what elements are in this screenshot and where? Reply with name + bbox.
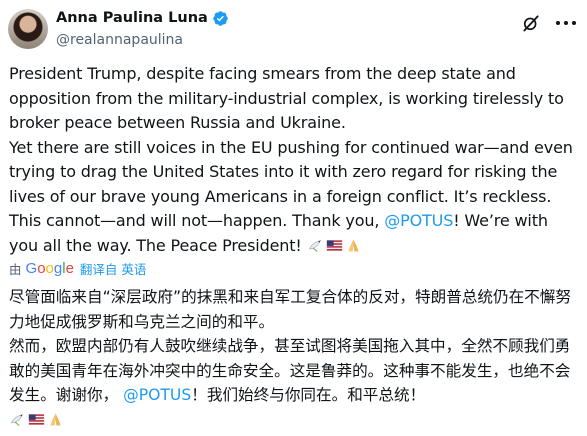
- us-flag-emoji: [326, 239, 342, 251]
- google-logo: Google: [25, 260, 74, 277]
- verified-badge-icon: [213, 11, 228, 26]
- post-text: President Trump, despite facing smears f…: [9, 62, 581, 258]
- us-flag-emoji: [28, 413, 45, 425]
- dove-emoji: [10, 413, 24, 426]
- translated-by-label: 由: [9, 262, 22, 277]
- more-options-icon[interactable]: [555, 20, 577, 26]
- grok-icon[interactable]: [521, 13, 541, 33]
- translated-paragraph: 尽管面临来自“深层政府”的抹黑和来自军工复合体的反对，特朗普总统仍在不懈努力地促…: [9, 288, 571, 331]
- translated-text-segment: ！我们始终与你同在。和平总统！: [191, 386, 426, 404]
- avatar[interactable]: [8, 9, 48, 49]
- author-handle[interactable]: @realannapaulina: [56, 32, 183, 48]
- translation-attribution: 由 Google 翻译自 英语: [9, 259, 146, 278]
- display-name[interactable]: Anna Paulina Luna: [56, 9, 208, 28]
- post-paragraph: Yet there are still voices in the EU pus…: [9, 136, 581, 259]
- folded-hands-emoji: [347, 239, 359, 251]
- post-card: Anna Paulina Luna @realannapaulina Presi…: [0, 0, 587, 436]
- emoji-group: [9, 411, 64, 428]
- emoji-group: [307, 237, 362, 254]
- post-header: Anna Paulina Luna @realannapaulina: [8, 8, 577, 54]
- translated-from-link[interactable]: 翻译自 英语: [80, 259, 146, 278]
- author-name-row[interactable]: Anna Paulina Luna: [56, 9, 229, 28]
- dove-emoji: [308, 239, 321, 252]
- translated-paragraph: 然而，欧盟内部仍有人鼓吹继续战争，甚至试图将美国拖入其中，全然不顾我们勇敢的美国…: [9, 334, 584, 432]
- folded-hands-emoji: [50, 413, 61, 425]
- translated-text: 尽管面临来自“深层政府”的抹黑和来自军工复合体的反对，特朗普总统仍在不懈努力地促…: [9, 285, 584, 432]
- potus-mention-link[interactable]: @POTUS: [384, 211, 453, 230]
- potus-mention-link[interactable]: @POTUS: [123, 386, 191, 404]
- post-paragraph: President Trump, despite facing smears f…: [9, 64, 564, 132]
